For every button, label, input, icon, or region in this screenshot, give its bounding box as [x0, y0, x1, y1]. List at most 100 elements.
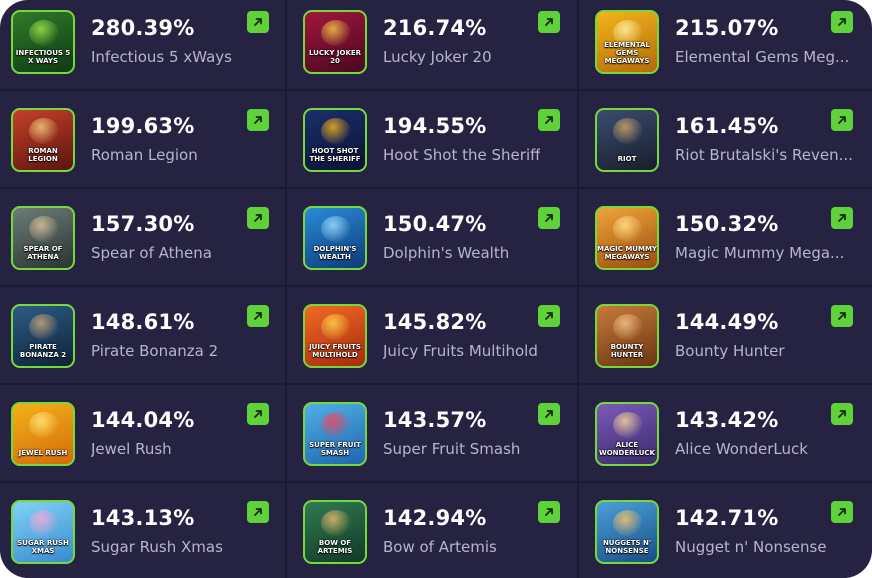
game-row[interactable]: BOW OF ARTEMIS 142.94% Bow of Artemis [287, 483, 579, 578]
game-row[interactable]: NUGGETS N' NONSENSE 142.71% Nugget n' Nons… [579, 483, 872, 578]
game-title[interactable]: Magic Mummy Mega... [675, 244, 844, 262]
open-game-button[interactable] [831, 11, 853, 33]
open-game-button[interactable] [247, 11, 269, 33]
game-row[interactable]: PIRATE BONANZA 2 148.61% Pirate Bonanza 2 [0, 287, 287, 385]
game-leaderboard-panel: INFECTIOUS 5 X WAYS 280.39% Infectious 5 x… [0, 0, 872, 578]
thumbnail-art [321, 510, 351, 536]
game-thumbnail[interactable]: INFECTIOUS 5 X WAYS [11, 10, 75, 74]
game-row[interactable]: SUGAR RUSH XMAS 143.13% Sugar Rush Xmas [0, 483, 287, 578]
game-row[interactable]: ALICE WONDERLUCK 143.42% Alice WonderLuck [579, 385, 872, 483]
thumbnail-logo-text: ELEMENTAL GEMS MEGAWAYS [604, 41, 650, 65]
game-row[interactable]: RIOT 161.45% Riot Brutalski's Reven... [579, 91, 872, 189]
game-thumbnail[interactable]: SUGAR RUSH XMAS [11, 500, 75, 564]
open-game-button[interactable] [831, 207, 853, 229]
thumbnail-logo-text: ALICE WONDERLUCK [599, 441, 655, 457]
thumbnail-art [321, 118, 351, 144]
game-row[interactable]: LUCKY JOKER 20 216.74% Lucky Joker 20 [287, 0, 579, 91]
open-game-button[interactable] [247, 305, 269, 327]
game-row[interactable]: BOUNTY HUNTER 144.49% Bounty Hunter [579, 287, 872, 385]
game-title[interactable]: Sugar Rush Xmas [91, 538, 223, 556]
game-multiplier: 143.57% [383, 408, 487, 432]
open-game-button[interactable] [538, 501, 560, 523]
game-thumbnail[interactable]: JUICY FRUITS MULTIHOLD [303, 304, 367, 368]
open-game-button[interactable] [538, 11, 560, 33]
game-title[interactable]: Infectious 5 xWays [91, 48, 232, 66]
game-title[interactable]: Alice WonderLuck [675, 440, 808, 458]
game-row[interactable]: DOLPHIN'S WEALTH 150.47% Dolphin's Wealth [287, 189, 579, 287]
open-game-button[interactable] [247, 403, 269, 425]
game-title[interactable]: Bounty Hunter [675, 342, 785, 360]
game-row[interactable]: SUPER FRUIT SMASH 143.57% Super Fruit Smas… [287, 385, 579, 483]
game-thumbnail[interactable]: MAGIC MUMMY MEGAWAYS [595, 206, 659, 270]
open-game-button[interactable] [538, 109, 560, 131]
external-arrow-icon [838, 116, 846, 124]
game-title[interactable]: Elemental Gems Meg... [675, 48, 849, 66]
game-thumbnail[interactable]: SPEAR OF ATHENA [11, 206, 75, 270]
game-title[interactable]: Spear of Athena [91, 244, 212, 262]
game-thumbnail[interactable]: DOLPHIN'S WEALTH [303, 206, 367, 270]
open-game-button[interactable] [831, 403, 853, 425]
game-thumbnail[interactable]: PIRATE BONANZA 2 [11, 304, 75, 368]
game-thumbnail[interactable]: ELEMENTAL GEMS MEGAWAYS [595, 10, 659, 74]
thumbnail-art [29, 118, 59, 144]
game-title[interactable]: Pirate Bonanza 2 [91, 342, 218, 360]
open-game-button[interactable] [831, 109, 853, 131]
game-title[interactable]: Riot Brutalski's Reven... [675, 146, 853, 164]
game-title[interactable]: Roman Legion [91, 146, 198, 164]
game-thumbnail[interactable]: BOW OF ARTEMIS [303, 500, 367, 564]
game-thumbnail[interactable]: ALICE WONDERLUCK [595, 402, 659, 466]
game-thumbnail[interactable]: BOUNTY HUNTER [595, 304, 659, 368]
game-title[interactable]: Hoot Shot the Sheriff [383, 146, 540, 164]
game-thumbnail[interactable]: LUCKY JOKER 20 [303, 10, 367, 74]
open-game-button[interactable] [831, 305, 853, 327]
game-multiplier: 148.61% [91, 310, 195, 334]
thumbnail-art [29, 216, 59, 242]
open-game-button[interactable] [538, 403, 560, 425]
thumbnail-art [321, 216, 351, 242]
external-arrow-icon [545, 116, 553, 124]
game-multiplier: 150.32% [675, 212, 779, 236]
open-game-button[interactable] [247, 501, 269, 523]
thumbnail-logo-text: MAGIC MUMMY MEGAWAYS [597, 245, 657, 261]
external-arrow-icon [254, 312, 262, 320]
external-arrow-icon [254, 116, 262, 124]
game-row[interactable]: HOOT SHOT THE SHERIFF 194.55% Hoot Shot th… [287, 91, 579, 189]
external-arrow-icon [545, 214, 553, 222]
game-row[interactable]: JUICY FRUITS MULTIHOLD 145.82% Juicy Fruit… [287, 287, 579, 385]
game-row[interactable]: INFECTIOUS 5 X WAYS 280.39% Infectious 5 x… [0, 0, 287, 91]
game-thumbnail[interactable]: RIOT [595, 108, 659, 172]
game-title[interactable]: Lucky Joker 20 [383, 48, 492, 66]
open-game-button[interactable] [538, 207, 560, 229]
thumbnail-art [613, 216, 643, 242]
game-title[interactable]: Nugget n' Nonsense [675, 538, 827, 556]
game-thumbnail[interactable]: ROMAN LEGION [11, 108, 75, 172]
game-multiplier: 157.30% [91, 212, 195, 236]
open-game-button[interactable] [831, 501, 853, 523]
game-thumbnail[interactable]: SUPER FRUIT SMASH [303, 402, 367, 466]
thumbnail-art [29, 412, 59, 438]
game-thumbnail[interactable]: JEWEL RUSH [11, 402, 75, 466]
game-row[interactable]: SPEAR OF ATHENA 157.30% Spear of Athena [0, 189, 287, 287]
game-thumbnail[interactable]: NUGGETS N' NONSENSE [595, 500, 659, 564]
game-title[interactable]: Super Fruit Smash [383, 440, 520, 458]
thumbnail-logo-text: PIRATE BONANZA 2 [19, 343, 67, 359]
game-thumbnail[interactable]: HOOT SHOT THE SHERIFF [303, 108, 367, 172]
thumbnail-art [29, 314, 59, 340]
game-multiplier: 161.45% [675, 114, 779, 138]
thumbnail-logo-text: SUGAR RUSH XMAS [17, 539, 69, 555]
external-arrow-icon [254, 410, 262, 418]
game-row[interactable]: JEWEL RUSH 144.04% Jewel Rush [0, 385, 287, 483]
game-row[interactable]: ROMAN LEGION 199.63% Roman Legion [0, 91, 287, 189]
open-game-button[interactable] [247, 109, 269, 131]
external-arrow-icon [545, 18, 553, 26]
game-multiplier: 199.63% [91, 114, 195, 138]
game-title[interactable]: Jewel Rush [91, 440, 172, 458]
game-row[interactable]: ELEMENTAL GEMS MEGAWAYS 215.07% Elemental … [579, 0, 872, 91]
game-title[interactable]: Juicy Fruits Multihold [383, 342, 538, 360]
open-game-button[interactable] [247, 207, 269, 229]
game-row[interactable]: MAGIC MUMMY MEGAWAYS 150.32% Magic Mummy M… [579, 189, 872, 287]
game-title[interactable]: Bow of Artemis [383, 538, 497, 556]
game-title[interactable]: Dolphin's Wealth [383, 244, 509, 262]
thumbnail-logo-text: NUGGETS N' NONSENSE [602, 539, 652, 555]
open-game-button[interactable] [538, 305, 560, 327]
